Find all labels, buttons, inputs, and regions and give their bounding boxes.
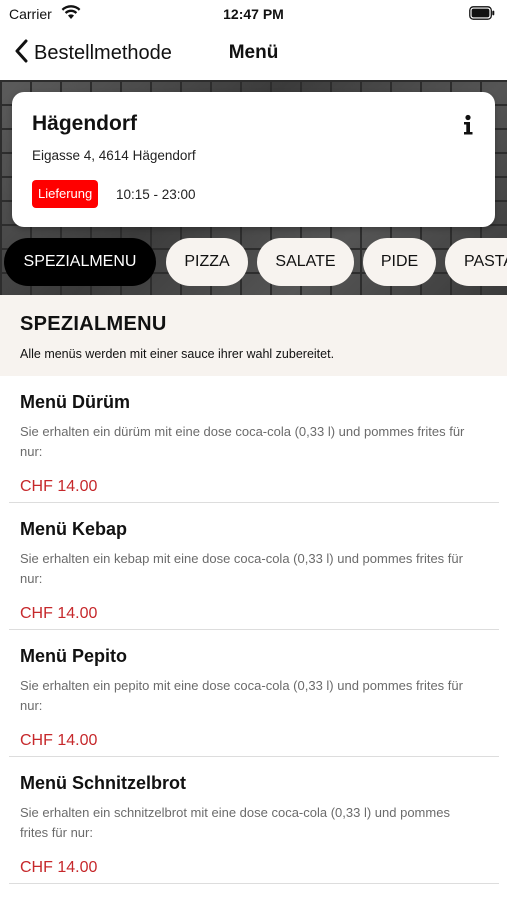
store-card: Hägendorf Eigasse 4, 4614 Hägendorf Lief… bbox=[12, 92, 495, 227]
status-time: 12:47 PM bbox=[223, 6, 284, 22]
category-tab-salate[interactable]: SALATE bbox=[257, 238, 354, 286]
menu-item[interactable]: Menü Kebap Sie erhalten ein kebap mit ei… bbox=[0, 503, 507, 630]
section-title: SPEZIALMENU bbox=[20, 313, 167, 335]
menu-item-name: Menü Schnitzelbrot bbox=[20, 773, 186, 793]
delivery-badge: Lieferung bbox=[32, 180, 99, 208]
store-address: Eigasse 4, 4614 Hägendorf bbox=[32, 148, 196, 163]
menu-item-name: Menü Pepito bbox=[20, 646, 127, 666]
menu-item-price: CHF 14.00 bbox=[20, 605, 98, 622]
chevron-left-icon bbox=[14, 39, 28, 68]
back-button[interactable]: Bestellmethode bbox=[14, 39, 172, 68]
back-button-label: Bestellmethode bbox=[34, 41, 172, 64]
category-tab-pide[interactable]: PIDE bbox=[363, 238, 436, 286]
menu-item-name: Menü Dürüm bbox=[20, 392, 130, 412]
divider bbox=[9, 883, 499, 884]
menu-item-description: Sie erhalten ein kebap mit eine dose coc… bbox=[20, 551, 463, 586]
category-tab-pasta[interactable]: PASTA bbox=[445, 238, 507, 286]
category-tab-spezialmenu[interactable]: SPEZIALMENU bbox=[4, 238, 156, 286]
menu-item[interactable]: Menü Schnitzelbrot Sie erhalten ein schn… bbox=[0, 757, 507, 884]
menu-item-price: CHF 14.00 bbox=[20, 478, 98, 495]
status-bar: Carrier 12:47 PM bbox=[0, 0, 507, 28]
menu-item[interactable]: Menü Dürüm Sie erhalten ein dürüm mit ei… bbox=[0, 376, 507, 503]
menu-item-name: Menü Kebap bbox=[20, 519, 128, 539]
category-bar: SPEZIALMENU PIZZA SALATE PIDE PASTA bbox=[0, 238, 507, 288]
section-description: Alle menüs werden mit einer sauce ihrer … bbox=[20, 347, 335, 361]
menu-item-description: Sie erhalten ein pepito mit eine dose co… bbox=[20, 678, 463, 713]
menu-item[interactable]: Menü Pepito Sie erhalten ein pepito mit … bbox=[0, 630, 507, 757]
info-icon[interactable] bbox=[461, 114, 475, 136]
navigation-bar: Bestellmethode Menü bbox=[0, 28, 507, 80]
menu-item-price: CHF 14.00 bbox=[20, 859, 98, 876]
menu-item-description: Sie erhalten ein schnitzelbrot mit eine … bbox=[20, 805, 450, 840]
store-name: Hägendorf bbox=[32, 112, 137, 135]
battery-icon bbox=[469, 6, 495, 25]
menu-item-description: Sie erhalten ein dürüm mit eine dose coc… bbox=[20, 424, 465, 459]
page-title-text: Menü bbox=[228, 42, 279, 63]
section-header: SPEZIALMENU Alle menüs werden mit einer … bbox=[0, 295, 507, 376]
category-tab-pizza[interactable]: PIZZA bbox=[166, 238, 248, 286]
store-hours: 10:15 - 23:00 bbox=[116, 187, 196, 202]
menu-item-price: CHF 14.00 bbox=[20, 732, 98, 749]
